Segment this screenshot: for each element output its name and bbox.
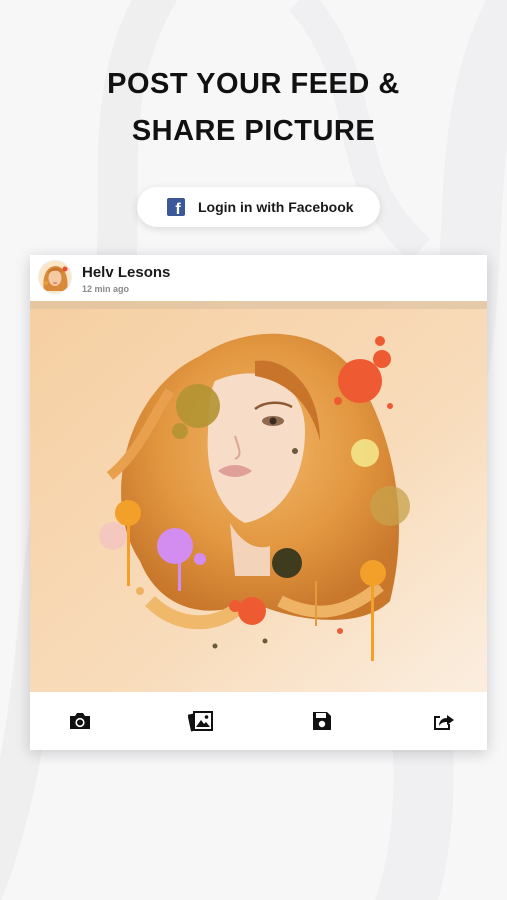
camera-button[interactable] — [66, 707, 94, 735]
save-button[interactable] — [308, 707, 336, 735]
share-icon — [434, 715, 454, 730]
camera-icon — [70, 713, 90, 729]
gallery-icon — [188, 711, 213, 732]
share-button[interactable] — [429, 707, 457, 735]
post-timestamp: 12 min ago — [82, 284, 130, 294]
headline-line-1: POST YOUR FEED & — [107, 68, 400, 100]
post-image[interactable] — [30, 301, 487, 692]
gallery-button[interactable] — [187, 707, 215, 735]
headline-line-2: SHARE PICTURE — [131, 115, 376, 147]
post-card: Helv Lesons 12 min ago — [30, 255, 487, 750]
post-toolbar — [30, 692, 487, 750]
facebook-icon: f — [167, 198, 185, 216]
facebook-login-button[interactable]: f Login in with Facebook — [137, 187, 380, 227]
save-icon — [313, 712, 331, 730]
avatar[interactable] — [39, 261, 71, 293]
post-author[interactable]: Helv Lesons — [82, 264, 170, 281]
facebook-login-label: Login in with Facebook — [198, 199, 354, 215]
post-header: Helv Lesons 12 min ago — [30, 255, 487, 301]
